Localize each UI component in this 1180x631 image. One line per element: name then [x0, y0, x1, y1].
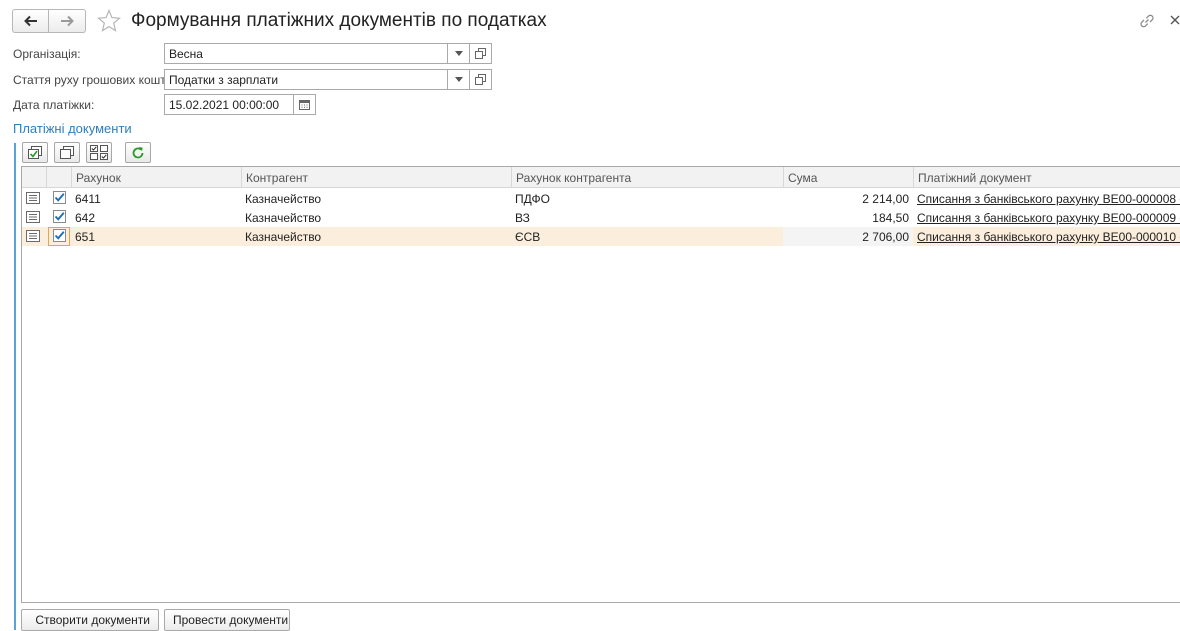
cell-counterparty-account: ЄСВ	[511, 227, 783, 246]
refresh-icon	[131, 146, 145, 160]
link-icon[interactable]	[1138, 12, 1156, 33]
payment-document-link[interactable]: Списання з банківського рахунку ВЕ00-000…	[917, 192, 1180, 206]
post-documents-label: Провести документи	[173, 613, 288, 627]
cashflow-dropdown-button[interactable]	[448, 69, 470, 90]
payment-document-link[interactable]: Списання з банківського рахунку ВЕ00-000…	[917, 211, 1180, 225]
checkmark-icon	[54, 192, 65, 203]
cell-counterparty-account: ВЗ	[511, 208, 783, 227]
cashflow-field[interactable]: Податки з зарплати	[164, 69, 448, 90]
organization-dropdown-button[interactable]	[448, 43, 470, 64]
cell-counterparty: Казначейство	[241, 227, 511, 246]
create-documents-label: Створити документи	[35, 613, 150, 627]
arrow-left-icon	[24, 15, 38, 27]
header-counterparty[interactable]: Контрагент	[241, 167, 511, 188]
cell-counterparty-account: ПДФО	[511, 189, 783, 208]
check-all-button[interactable]	[22, 142, 48, 163]
post-documents-button[interactable]: Провести документи	[164, 609, 290, 631]
back-button[interactable]	[12, 9, 49, 33]
cell-sum: 184,50	[783, 208, 913, 227]
cell-payment-document: Списання з банківського рахунку ВЕ00-000…	[913, 189, 1180, 208]
calendar-icon	[299, 99, 310, 110]
date-label: Дата платіжки:	[13, 98, 94, 112]
cell-payment-document: Списання з банківського рахунку ВЕ00-000…	[913, 227, 1180, 246]
date-field[interactable]: 15.02.2021 00:00:00	[164, 94, 294, 115]
close-icon[interactable]	[1170, 14, 1180, 29]
open-form-icon	[475, 74, 486, 85]
create-documents-button[interactable]: Створити документи	[21, 609, 159, 631]
section-divider	[14, 143, 16, 630]
checkmark-icon	[54, 230, 65, 241]
cell-account: 6411	[71, 189, 241, 208]
uncheck-all-button[interactable]	[54, 142, 80, 163]
invert-check-icon	[90, 145, 108, 160]
favorite-star-icon[interactable]	[97, 9, 121, 36]
cell-counterparty: Казначейство	[241, 189, 511, 208]
page-title: Формування платіжних документів по подат…	[131, 10, 547, 32]
refresh-button[interactable]	[125, 142, 151, 163]
calendar-button[interactable]	[294, 94, 316, 115]
chevron-down-icon	[455, 51, 463, 56]
chevron-down-icon	[455, 77, 463, 82]
cell-payment-document: Списання з банківського рахунку ВЕ00-000…	[913, 208, 1180, 227]
cell-counterparty: Казначейство	[241, 208, 511, 227]
cell-account: 651	[71, 227, 241, 246]
table-row[interactable]: 6411 Казначейство ПДФО 2 214,00 Списання…	[22, 189, 1180, 208]
row-document-icon	[26, 230, 40, 242]
arrow-right-icon	[60, 15, 74, 27]
cell-account: 642	[71, 208, 241, 227]
table-row-selected[interactable]: 651 Казначейство ЄСВ 2 706,00 Списання з…	[22, 227, 1180, 246]
row-checkbox[interactable]	[53, 229, 66, 242]
check-all-icon	[27, 146, 43, 160]
row-checkbox[interactable]	[53, 210, 66, 223]
invert-check-button[interactable]	[86, 142, 112, 163]
row-document-icon	[26, 211, 40, 223]
header-payment-document[interactable]: Платіжний документ	[913, 167, 1180, 188]
organization-field[interactable]: Весна	[164, 43, 448, 64]
section-title: Платіжні документи	[13, 121, 132, 136]
row-checkbox[interactable]	[53, 191, 66, 204]
organization-label: Організація:	[13, 47, 81, 61]
payment-documents-table[interactable]: Рахунок Контрагент Рахунок контрагента С…	[21, 166, 1180, 603]
organization-open-button[interactable]	[470, 43, 492, 64]
forward-button[interactable]	[49, 9, 86, 33]
table-header: Рахунок Контрагент Рахунок контрагента С…	[22, 167, 1180, 188]
cell-sum: 2 214,00	[783, 189, 913, 208]
cell-sum: 2 706,00	[783, 227, 913, 246]
header-sum[interactable]: Сума	[783, 167, 913, 188]
cashflow-open-button[interactable]	[470, 69, 492, 90]
header-check-column	[46, 167, 71, 188]
header-account[interactable]: Рахунок	[71, 167, 241, 188]
header-counterparty-account[interactable]: Рахунок контрагента	[511, 167, 783, 188]
uncheck-all-icon	[59, 146, 75, 160]
row-document-icon	[26, 192, 40, 204]
table-row[interactable]: 642 Казначейство ВЗ 184,50 Списання з ба…	[22, 208, 1180, 227]
cashflow-label: Стаття руху грошових коштів:	[13, 73, 178, 87]
checkmark-icon	[54, 211, 65, 222]
payment-document-link[interactable]: Списання з банківського рахунку ВЕ00-000…	[917, 230, 1180, 244]
open-form-icon	[475, 48, 486, 59]
